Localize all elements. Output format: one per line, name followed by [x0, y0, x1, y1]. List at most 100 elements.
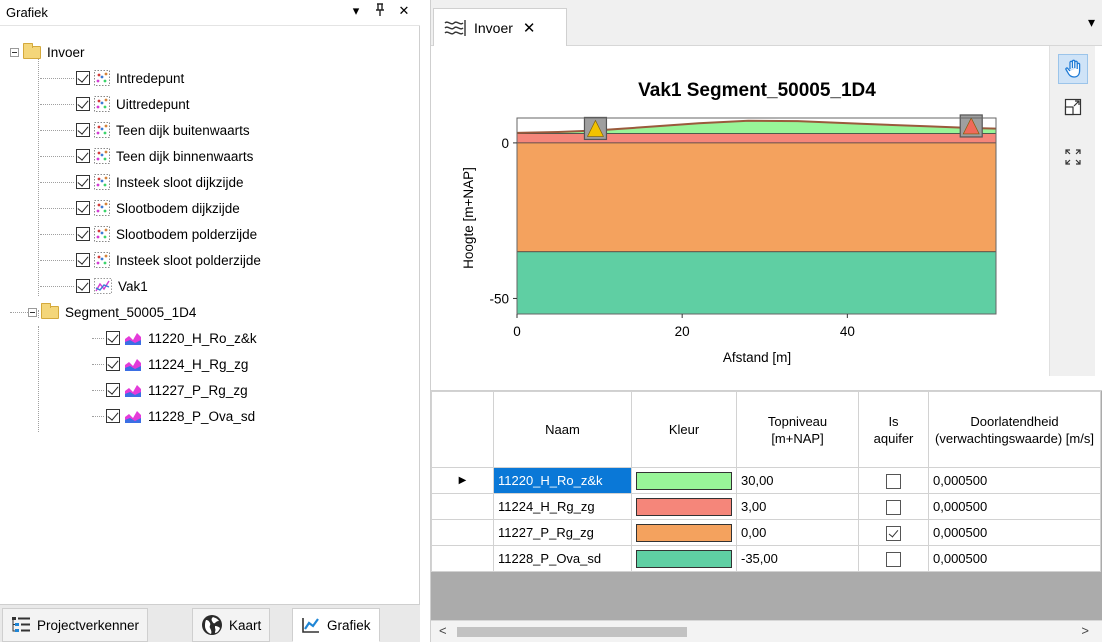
- bottom-tab-strip: Projectverkenner Kaart Grafiek: [0, 604, 420, 642]
- cell-doorlatendheid[interactable]: 0,000500: [928, 493, 1101, 520]
- close-tab-button[interactable]: ✕: [523, 19, 536, 37]
- visibility-checkbox[interactable]: [76, 97, 90, 111]
- soil-layer-3: [516, 142, 997, 253]
- cell-kleur[interactable]: [631, 519, 737, 546]
- cell-doorlatendheid[interactable]: 0,000500: [928, 467, 1101, 494]
- color-swatch[interactable]: [636, 471, 732, 490]
- tree-connector: [38, 50, 39, 296]
- visibility-checkbox[interactable]: [76, 201, 90, 215]
- cell-doorlatendheid[interactable]: 0,000500: [928, 545, 1101, 572]
- visibility-checkbox[interactable]: [106, 357, 120, 371]
- table-row[interactable]: 11224_H_Rg_zg 3,00 0,000500: [431, 493, 1101, 520]
- tree-item-layer[interactable]: 11224_H_Rg_zg: [92, 354, 248, 374]
- visibility-checkbox[interactable]: [106, 383, 120, 397]
- panel-menu-button[interactable]: ▾: [348, 3, 364, 19]
- color-swatch[interactable]: [636, 497, 732, 516]
- cell-is-aquifer[interactable]: [858, 467, 929, 494]
- chart-canvas[interactable]: Vak1 Segment_50005_1D4 0 20 40 0 -50 Afstand…: [431, 46, 1051, 376]
- horizontal-scrollbar[interactable]: < >: [431, 620, 1102, 642]
- aquifer-checkbox[interactable]: [886, 473, 901, 489]
- cell-kleur[interactable]: [631, 545, 737, 572]
- tab-grafiek[interactable]: Grafiek: [292, 608, 380, 642]
- cell-topniveau[interactable]: 30,00: [736, 467, 859, 494]
- scroll-left-icon[interactable]: <: [439, 623, 447, 638]
- cell-is-aquifer[interactable]: [858, 519, 929, 546]
- point-dots-icon: [94, 96, 110, 112]
- column-header-naam[interactable]: Naam: [493, 391, 632, 468]
- cell-topniveau[interactable]: 0,00: [736, 519, 859, 546]
- tree-item-insteek-sloot-dijkzijde[interactable]: Insteek sloot dijkzijde: [40, 172, 244, 192]
- cell-naam[interactable]: 11224_H_Rg_zg: [493, 493, 632, 520]
- tree-item-slootbodem-polderzijde[interactable]: Slootbodem polderzijde: [40, 224, 257, 244]
- column-header-doorlatendheid[interactable]: Doorlatendheid (verwachtingswaarde) [m/s…: [928, 391, 1101, 468]
- cell-is-aquifer[interactable]: [858, 545, 929, 572]
- tab-label: Grafiek: [327, 617, 371, 633]
- tree-item-teen-dijk-buitenwaarts[interactable]: Teen dijk buitenwaarts: [40, 120, 250, 140]
- visibility-checkbox[interactable]: [76, 149, 90, 163]
- visibility-checkbox[interactable]: [76, 279, 90, 293]
- table-row[interactable]: 11228_P_Ova_sd -35,00 0,000500: [431, 545, 1101, 572]
- visibility-checkbox[interactable]: [76, 253, 90, 267]
- tree-item-layer[interactable]: 11228_P_Ova_sd: [92, 406, 255, 426]
- pan-button[interactable]: [1058, 54, 1088, 84]
- table-row[interactable]: ▶ 11220_H_Ro_z&k 30,00 0,000500: [431, 467, 1101, 494]
- tree-item-teen-dijk-binnenwaarts[interactable]: Teen dijk binnenwaarts: [40, 146, 253, 166]
- pan-hand-icon: [1065, 59, 1081, 78]
- folder-icon: [41, 302, 59, 319]
- column-header-topniveau[interactable]: Topniveau [m+NAP]: [736, 391, 859, 468]
- tree-label: 11227_P_Rg_zg: [148, 382, 248, 398]
- visibility-checkbox[interactable]: [106, 331, 120, 345]
- cell-topniveau[interactable]: -35,00: [736, 545, 859, 572]
- color-swatch[interactable]: [636, 549, 732, 568]
- collapse-icon[interactable]: [28, 307, 37, 317]
- area-chart-icon: [125, 333, 141, 345]
- pin-button[interactable]: [372, 3, 388, 20]
- tree-node-invoer[interactable]: Invoer: [10, 42, 85, 62]
- cell-topniveau[interactable]: 3,00: [736, 493, 859, 520]
- column-header-is-aquifer[interactable]: Is aquifer: [858, 391, 929, 468]
- line-chart-icon: [94, 278, 112, 294]
- tab-invoer[interactable]: Invoer ✕: [433, 8, 567, 46]
- scroll-right-icon[interactable]: >: [1081, 623, 1089, 638]
- color-swatch[interactable]: [636, 523, 732, 542]
- tree-node-segment[interactable]: Segment_50005_1D4: [10, 302, 196, 322]
- panel-title: Grafiek: [6, 5, 48, 20]
- tree-item-intredepunt[interactable]: Intredepunt: [40, 68, 184, 88]
- cell-naam[interactable]: 11227_P_Rg_zg: [493, 519, 632, 546]
- aquifer-checkbox[interactable]: [886, 551, 901, 567]
- visibility-checkbox[interactable]: [76, 227, 90, 241]
- close-panel-button[interactable]: ✕: [396, 3, 412, 19]
- globe-icon: [202, 615, 222, 635]
- table-row[interactable]: 11227_P_Rg_zg 0,00 0,000500: [431, 519, 1101, 546]
- zoom-extent-button[interactable]: [1058, 142, 1088, 172]
- cell-doorlatendheid[interactable]: 0,000500: [928, 519, 1101, 546]
- column-header-kleur[interactable]: Kleur: [631, 391, 737, 468]
- visibility-checkbox[interactable]: [76, 71, 90, 85]
- visibility-checkbox[interactable]: [76, 175, 90, 189]
- tree-item-insteek-sloot-polderzijde[interactable]: Insteek sloot polderzijde: [40, 250, 261, 270]
- row-header-corner: [431, 391, 494, 468]
- cell-naam[interactable]: 11220_H_Ro_z&k: [493, 467, 632, 494]
- tab-overflow-button[interactable]: ▾: [1088, 14, 1095, 31]
- aquifer-checkbox[interactable]: [886, 525, 901, 541]
- cell-is-aquifer[interactable]: [858, 493, 929, 520]
- visibility-checkbox[interactable]: [76, 123, 90, 137]
- tree-item-slootbodem-dijkzijde[interactable]: Slootbodem dijkzijde: [40, 198, 240, 218]
- zoom-rectangle-button[interactable]: [1058, 92, 1088, 122]
- tab-label: Invoer: [474, 19, 513, 36]
- cell-kleur[interactable]: [631, 493, 737, 520]
- visibility-checkbox[interactable]: [106, 409, 120, 423]
- tree-item-layer[interactable]: 11227_P_Rg_zg: [92, 380, 248, 400]
- cell-naam[interactable]: 11228_P_Ova_sd: [493, 545, 632, 572]
- tree-item-layer[interactable]: 11220_H_Ro_z&k: [92, 328, 257, 348]
- tree-label: 11224_H_Rg_zg: [148, 356, 249, 372]
- tab-kaart[interactable]: Kaart: [192, 608, 271, 642]
- tree-item-uittredepunt[interactable]: Uittredepunt: [40, 94, 190, 114]
- tree-item-vak1[interactable]: Vak1: [40, 276, 148, 296]
- aquifer-checkbox[interactable]: [886, 499, 901, 515]
- cell-kleur[interactable]: [631, 467, 737, 494]
- collapse-icon[interactable]: [10, 47, 19, 57]
- tab-projectverkenner[interactable]: Projectverkenner: [2, 608, 149, 642]
- x-tick-label: 20: [675, 324, 690, 339]
- scrollbar-thumb[interactable]: [457, 627, 687, 637]
